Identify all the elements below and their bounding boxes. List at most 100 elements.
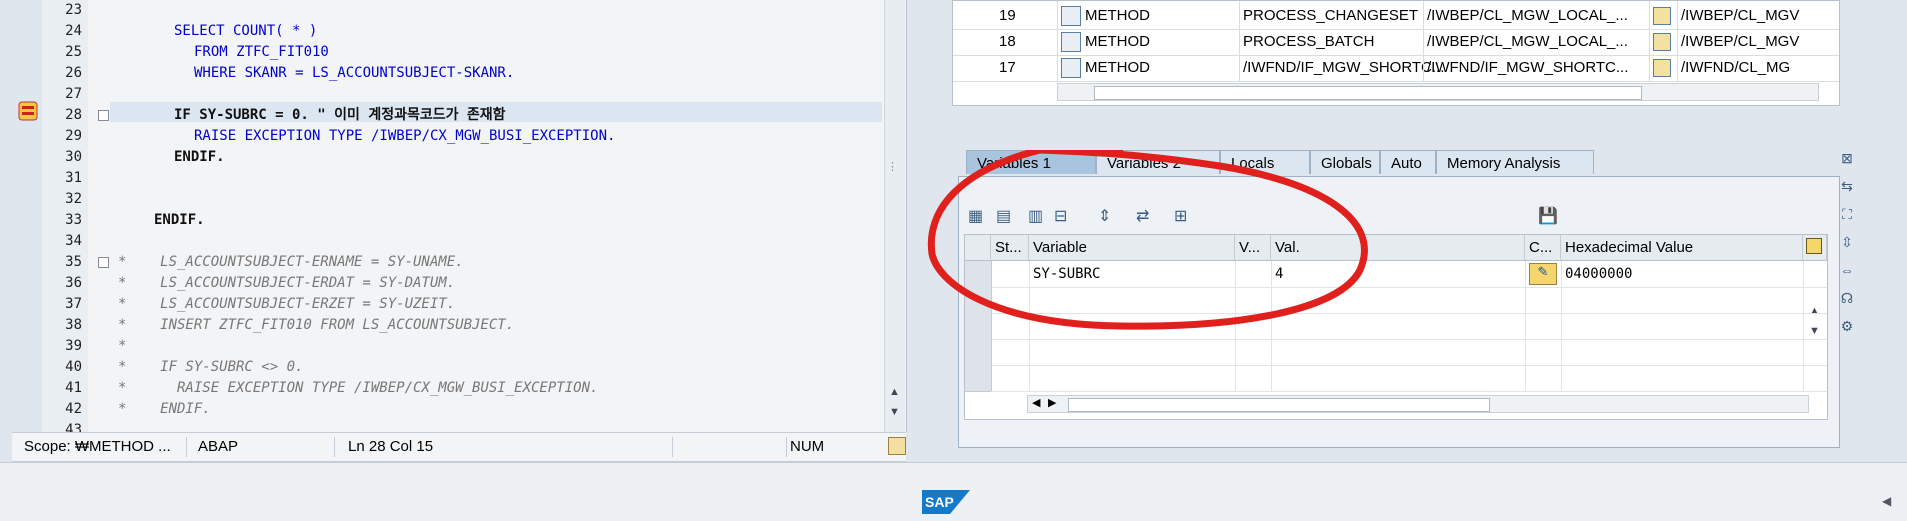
line-number: 33 (65, 212, 82, 228)
layout-icon[interactable] (1803, 235, 1827, 261)
stack-cell-type: METHOD (1085, 59, 1150, 76)
code-line[interactable]: * IF SY-SUBRC <> 0. (118, 357, 303, 378)
split-vertical-icon[interactable]: ⇳ (1836, 234, 1858, 254)
code-line[interactable]: WHERE SKANR = LS_ACCOUNTSUBJECT-SKANR. (194, 63, 514, 84)
scroll-down-icon[interactable]: ▼ (889, 406, 900, 418)
line-number: 39 (65, 338, 82, 354)
current-statement-icon (18, 101, 38, 121)
code-line[interactable]: ENDIF. (174, 147, 225, 168)
line-number: 43 (65, 422, 82, 432)
stack-cell-program: /IWBEP/CL_MGW_LOCAL_... (1427, 7, 1628, 24)
stack-cell-no: 19 (999, 7, 1016, 24)
code-line[interactable]: ENDIF. (154, 210, 205, 231)
stack-cell-type: METHOD (1085, 33, 1150, 50)
stack-cell-include: /IWBEP/CL_MGV (1681, 33, 1800, 50)
grid-column-line (1561, 261, 1562, 391)
grid-horizontal-scrollbar[interactable]: ◀ ▶ (1027, 395, 1809, 413)
editor-status-bar: Scope: ₩METHOD ... ABAP Ln 28 Col 15 NUM (12, 432, 906, 462)
code-line[interactable]: * (118, 336, 126, 357)
line-number: 38 (65, 317, 82, 333)
column-divider (1649, 1, 1650, 81)
line-number: 23 (65, 2, 82, 18)
source-icon[interactable] (1653, 7, 1671, 25)
line-number: 31 (65, 170, 82, 186)
grid-column-line (1803, 261, 1804, 391)
stack-cell-program: /IWBEP/CL_MGW_LOCAL_... (1427, 33, 1628, 50)
grid-scroll-thumb[interactable] (1068, 398, 1490, 412)
grid-row-line (991, 391, 1827, 392)
line-number: 24 (65, 23, 82, 39)
fold-toggle-icon[interactable] (98, 110, 109, 121)
grid-cell-hex[interactable]: 04000000 (1565, 266, 1632, 282)
stack-row[interactable]: 19 METHOD PROCESS_CHANGESET/IWBEP/CL_MGW_L… (953, 3, 1839, 30)
stack-cell-no: 18 (999, 33, 1016, 50)
headset-icon[interactable]: ☊ (1836, 290, 1858, 310)
line-number: 30 (65, 149, 82, 165)
stack-scroll-thumb[interactable] (1094, 86, 1642, 100)
stack-row[interactable]: 17 METHOD/IWFND/IF_MGW_SHORTC.../IWFND/IF… (953, 55, 1839, 82)
stack-horizontal-scrollbar[interactable] (1057, 83, 1819, 101)
close-panel-icon[interactable]: ⊠ (1836, 150, 1858, 170)
grid-column-line (1525, 261, 1526, 391)
splitter-handle-icon[interactable]: ⋮ (887, 160, 898, 173)
code-line[interactable]: * LS_ACCOUNTSUBJECT-ERDAT = SY-DATUM. (118, 273, 455, 294)
line-number: 37 (65, 296, 82, 312)
col-header-change[interactable]: C... (1525, 235, 1561, 261)
column-divider (1057, 1, 1058, 81)
save-icon[interactable]: 💾 (1538, 206, 1558, 226)
stack-cell-include: /IWFND/CL_MG (1681, 59, 1791, 76)
code-line[interactable]: * RAISE EXCEPTION TYPE /IWBEP/CX_MGW_BUS… (118, 378, 598, 399)
stack-cell-include: /IWBEP/CL_MGV (1681, 7, 1800, 24)
edit-pencil-icon[interactable]: ✎ (1529, 263, 1557, 285)
breakpoint-gutter[interactable] (0, 0, 42, 432)
editor-vertical-scrollbar[interactable]: ▲ ▼ ⋮ (884, 0, 905, 432)
code-line[interactable]: IF SY-SUBRC = 0. " 이미 계정과목코드가 존재함 (174, 105, 506, 126)
source-icon[interactable] (1653, 59, 1671, 77)
scroll-left-icon[interactable]: ◀ (1032, 396, 1040, 409)
column-divider (1239, 1, 1240, 81)
side-toolbar: ⊠ ⇆ ⛶ ⇳ ⇔ ☊ ⚙ (1836, 150, 1866, 350)
tab-memory-analysis[interactable]: Memory Analysis (1436, 150, 1594, 174)
code-line[interactable]: SELECT COUNT( * ) (174, 21, 317, 42)
row-selector[interactable] (965, 365, 992, 392)
settings-icon[interactable]: ⚙ (1836, 318, 1858, 338)
line-number: 36 (65, 275, 82, 291)
code-line[interactable]: * LS_ACCOUNTSUBJECT-ERNAME = SY-UNAME. (118, 252, 464, 273)
row-selector[interactable] (965, 339, 992, 366)
expand-panel-icon[interactable]: ◀ (1882, 494, 1891, 508)
source-icon[interactable] (1653, 33, 1671, 51)
column-divider (1423, 1, 1424, 81)
stack-row[interactable]: 18 METHOD PROCESS_BATCH/IWBEP/CL_MGW_LOCAL… (953, 29, 1839, 56)
split-horizontal-icon[interactable]: ⇔ (1836, 262, 1858, 282)
code-line[interactable]: * INSERT ZTFC_FIT010 FROM LS_ACCOUNTSUBJ… (118, 315, 514, 336)
grid-scroll-up-icon[interactable]: ▲ (1809, 305, 1820, 317)
code-editor[interactable]: 23 24 25 26 27 28 29 30 31 32 33 34 35 36 37 38 39 40 41 42… (0, 0, 907, 432)
fold-toggle-icon[interactable] (98, 257, 109, 268)
code-line[interactable]: * LS_ACCOUNTSUBJECT-ERZET = SY-UZEIT. (118, 294, 455, 315)
grid-scroll-down-icon[interactable]: ▼ (1809, 325, 1820, 337)
scroll-up-icon[interactable]: ▲ (889, 386, 900, 398)
stack-cell-event: PROCESS_BATCH (1243, 33, 1375, 50)
col-header-hex[interactable]: Hexadecimal Value (1561, 235, 1803, 261)
sap-logo: SAP (922, 490, 970, 514)
stack-cell-type: METHOD (1085, 7, 1150, 24)
code-line[interactable]: FROM ZTFC_FIT010 (194, 42, 329, 63)
line-number: 28 (65, 107, 82, 123)
swap-icon[interactable]: ⇆ (1836, 178, 1858, 198)
maximize-icon[interactable]: ⛶ (1836, 206, 1858, 226)
grid-row-line (991, 365, 1827, 366)
red-annotation-circle (927, 150, 1368, 330)
line-number: 42 (65, 401, 82, 417)
notes-icon[interactable] (888, 437, 906, 455)
scroll-right-icon[interactable]: ▶ (1048, 396, 1056, 409)
code-line[interactable]: RAISE EXCEPTION TYPE /IWBEP/CX_MGW_BUSI_… (194, 126, 615, 147)
line-number: 29 (65, 128, 82, 144)
stack-cell-no: 17 (999, 59, 1016, 76)
code-line[interactable]: * ENDIF. (118, 399, 211, 420)
call-stack-table[interactable]: 19 METHOD PROCESS_CHANGESET/IWBEP/CL_MGW_L… (952, 0, 1840, 106)
stack-cell-event: PROCESS_CHANGESET (1243, 7, 1419, 24)
line-number: 26 (65, 65, 82, 81)
stack-cell-program: /IWFND/IF_MGW_SHORTC... (1427, 59, 1629, 76)
num-lock-indicator: NUM (790, 438, 825, 455)
line-number: 35 (65, 254, 82, 270)
